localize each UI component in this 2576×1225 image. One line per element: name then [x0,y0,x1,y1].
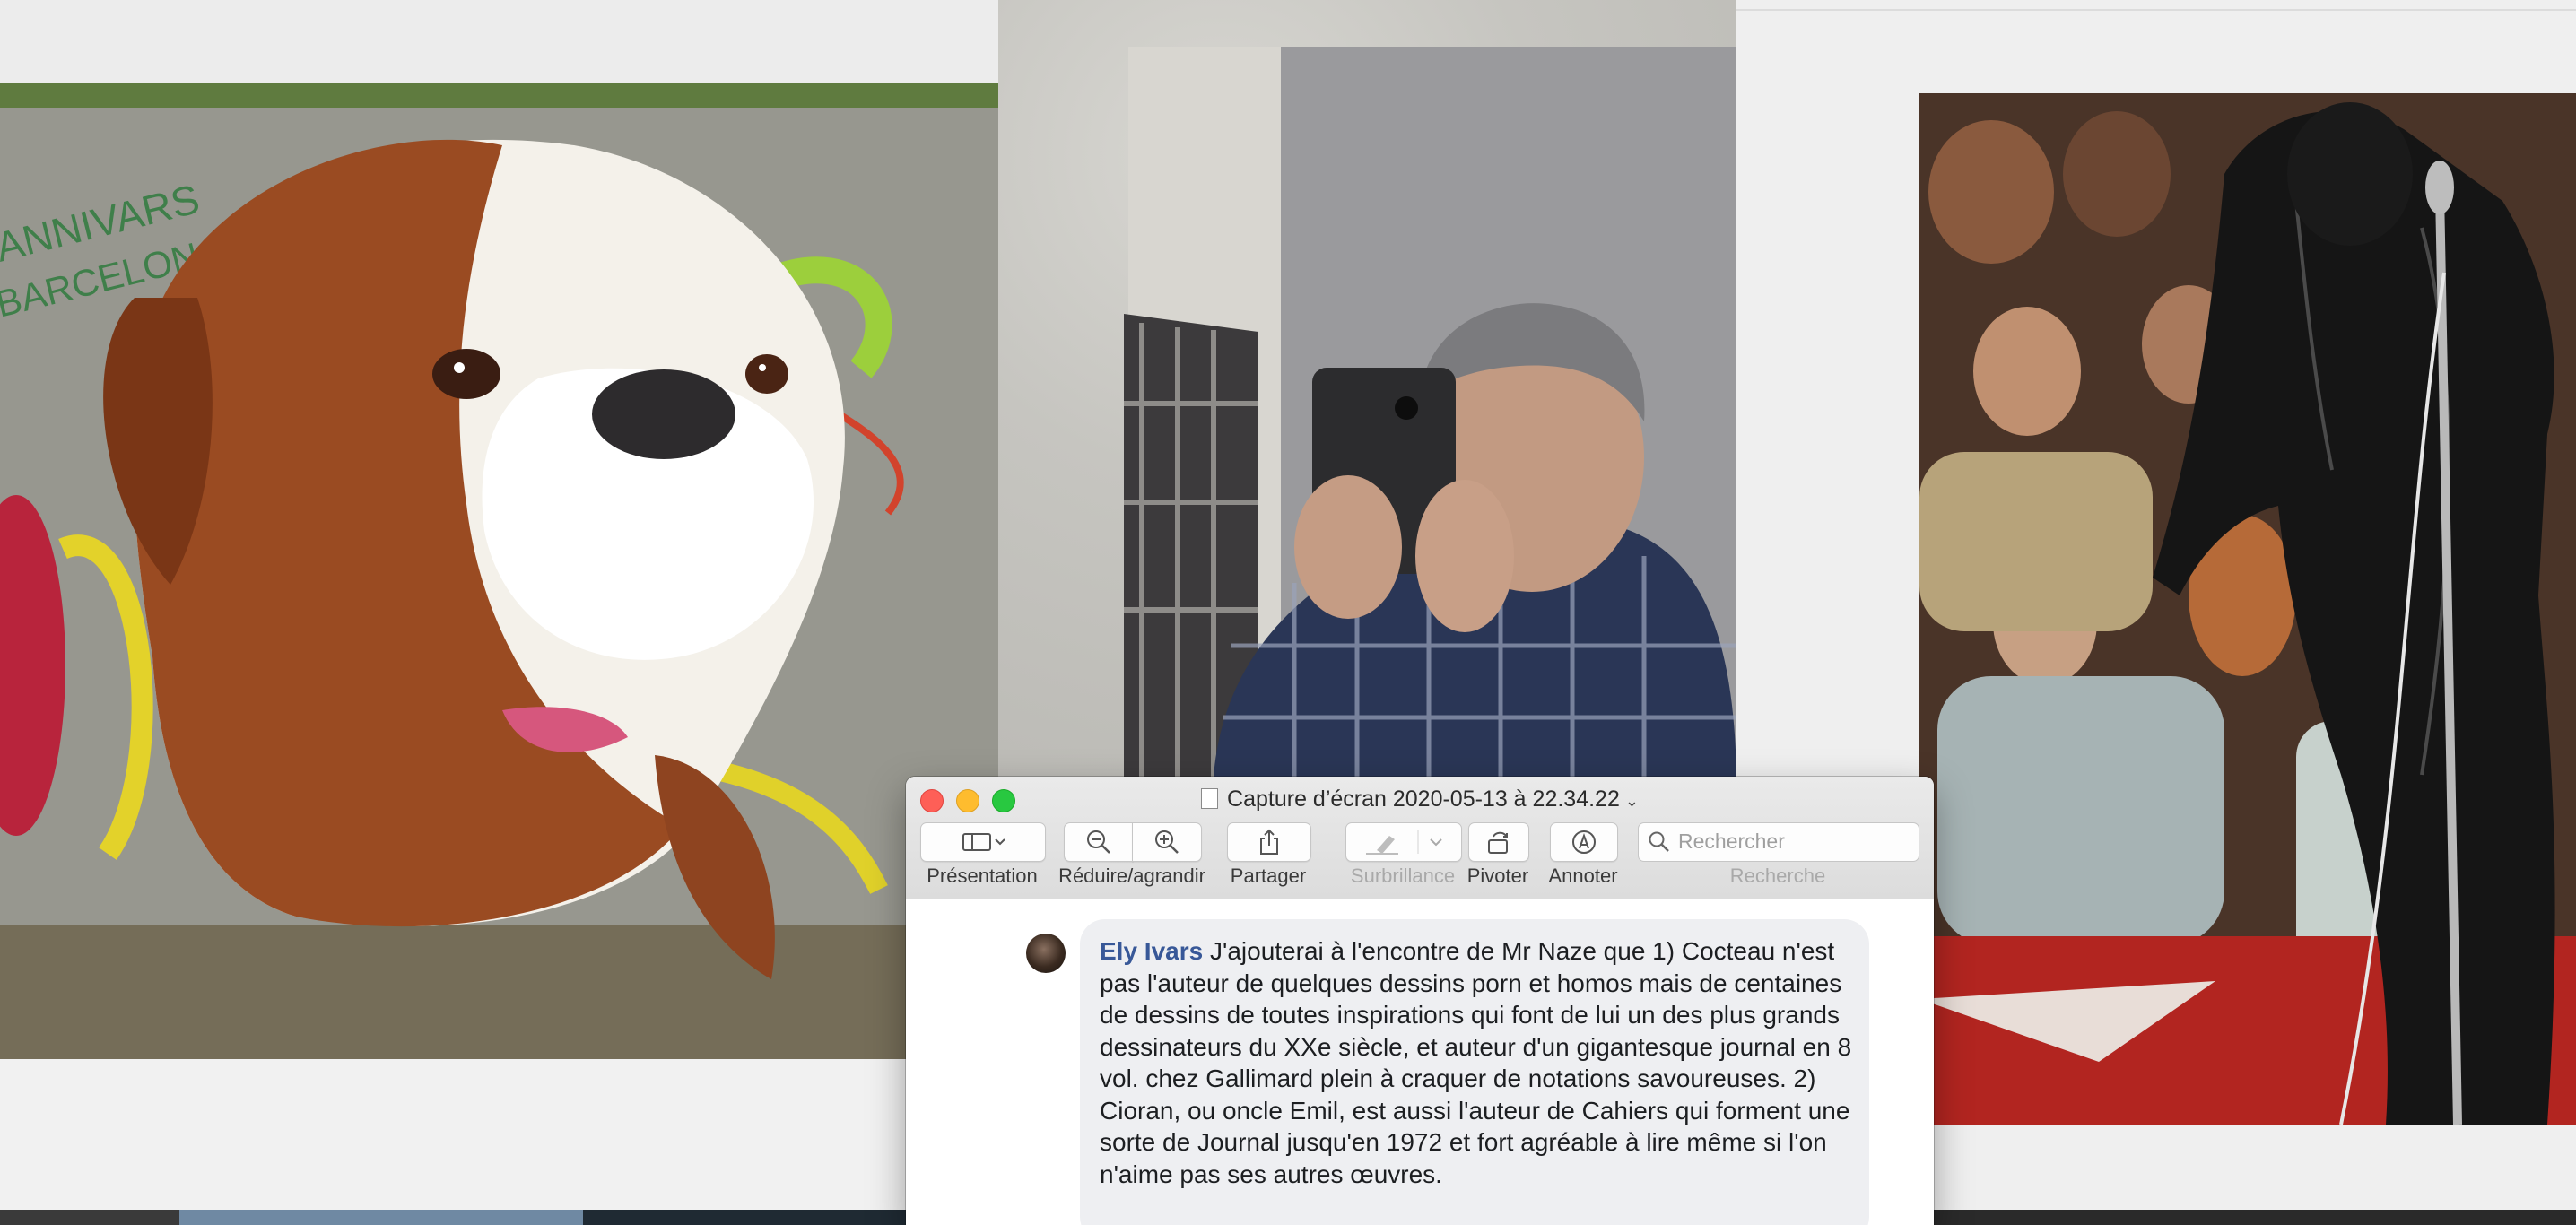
zoom-in-button[interactable] [1132,822,1202,862]
preview-toolbar: Capture d’écran 2020-05-13 à 22.34.22 ⌄ P… [906,777,1934,899]
mirror-selfie-image [1124,47,1736,777]
highlight-button[interactable] [1345,822,1462,862]
rotate-icon [1488,831,1508,854]
comment-text: J'ajouterai à l'encontre de Mr Naze que … [1100,937,1852,1188]
preview-window[interactable]: Capture d’écran 2020-05-13 à 22.34.22 ⌄ P… [906,777,1934,1225]
zoom-out-button[interactable] [1064,822,1134,862]
concert-photo-image [1919,93,2576,1125]
rotate-label: Pivoter [1466,864,1529,887]
share-label: Partager [1230,864,1307,887]
annotate-label: Annoter [1548,864,1618,887]
document-icon [1201,788,1219,809]
markup-pen-icon [1572,830,1596,854]
zoom-out-icon [1087,830,1110,854]
search-label: Recherche [1729,864,1826,887]
annotate-button[interactable] [1550,822,1618,862]
zoom-label: Réduire/agrandir [1058,864,1205,887]
preview-content[interactable]: Ely Ivars J'ajouterai à l'encontre de Mr… [906,899,1934,1225]
window-title: Capture d’écran 2020-05-13 à 22.34.22 [1227,786,1620,812]
highlighter-pen-icon [1366,830,1442,855]
window-title-bar[interactable]: Capture d’écran 2020-05-13 à 22.34.22 ⌄ [906,784,1934,814]
search-input[interactable] [1678,823,1911,859]
comment-bubble: Ely Ivars J'ajouterai à l'encontre de Mr… [1080,919,1869,1225]
search-icon [1649,831,1669,852]
comment-body: Ely Ivars J'ajouterai à l'encontre de Mr… [1100,935,1853,1190]
concert-photo-drawing [1919,93,2576,1125]
chevron-down-icon[interactable]: ⌄ [1625,792,1639,810]
avatar[interactable] [1026,934,1066,973]
boxer-dog-graffiti-image: ANNIVARS BARCELONA [0,83,998,1059]
search-field[interactable] [1638,822,1919,862]
highlight-label: Surbrillance [1350,864,1456,887]
share-button[interactable] [1227,822,1311,862]
zoom-in-icon [1155,830,1179,854]
rotate-button[interactable] [1468,822,1529,862]
background-window-selfie[interactable] [998,0,1736,777]
boxer-dog-graffiti-drawing: ANNIVARS BARCELONA [0,83,998,1059]
share-icon [1260,829,1278,855]
presentation-label: Présentation [927,864,1038,887]
comment-author[interactable]: Ely Ivars [1100,937,1203,965]
sidebar-view-icon [962,833,1005,851]
presentation-button[interactable] [920,822,1046,862]
